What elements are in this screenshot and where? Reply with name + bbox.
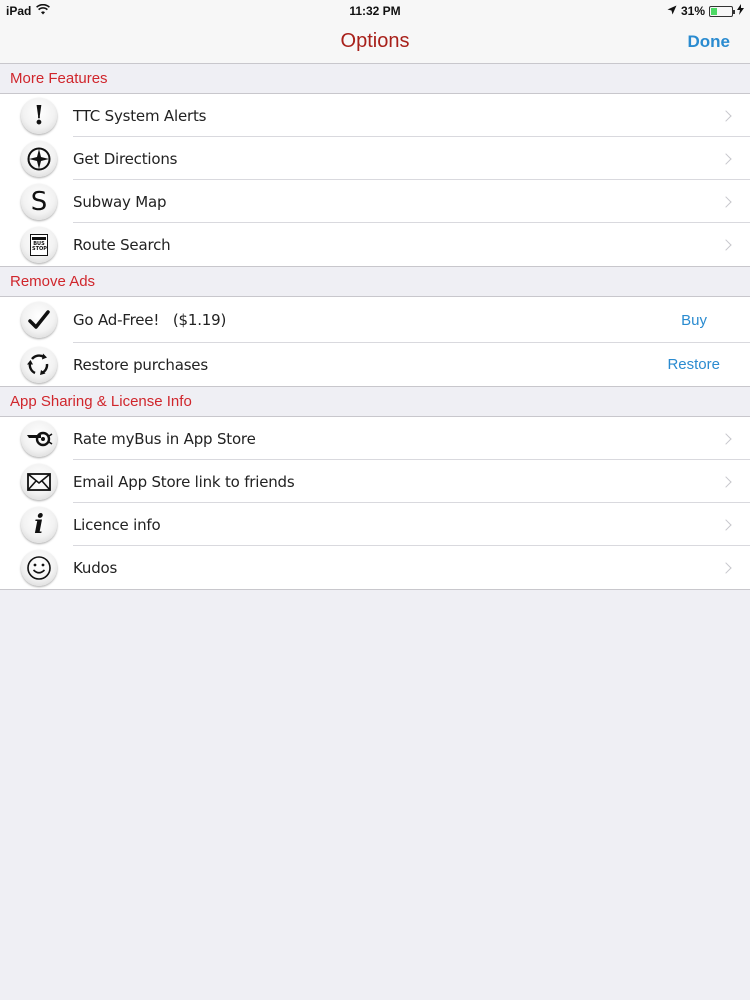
row-label: Kudos <box>73 558 118 577</box>
chevron-right-icon <box>720 195 732 208</box>
row-ttc-system-alerts[interactable]: ! TTC System Alerts <box>0 94 750 137</box>
row-label: Rate myBus in App Store <box>73 429 256 448</box>
section-header-remove-ads: Remove Ads <box>10 273 96 290</box>
row-label: Restore purchases <box>73 355 208 374</box>
status-time: 11:32 PM <box>349 4 401 18</box>
battery-icon <box>709 5 735 17</box>
battery-percent: 31% <box>680 4 705 18</box>
row-label: Subway Map <box>73 192 167 211</box>
checkmark-icon <box>21 302 57 338</box>
status-bar: iPad 11:32 PM 31% <box>0 0 750 22</box>
group-more-features: ! TTC System Alerts Get Directions S Sub <box>0 93 750 267</box>
row-rate-mybus[interactable]: Rate myBus in App Store <box>0 417 750 460</box>
chevron-right-icon <box>720 475 732 488</box>
navigation-bar: Options Done <box>0 22 750 64</box>
charging-bolt-icon <box>737 4 744 18</box>
section-header-more-features: More Features <box>10 70 108 87</box>
done-button[interactable]: Done <box>688 32 731 52</box>
chevron-right-icon <box>720 238 732 251</box>
row-go-ad-free[interactable]: Go Ad-Free! ($1.19) Buy <box>0 297 750 343</box>
row-label: TTC System Alerts <box>73 106 207 125</box>
group-app-sharing: Rate myBus in App Store Email App Store … <box>0 416 750 590</box>
battery-fill <box>711 7 718 15</box>
row-subway-map[interactable]: S Subway Map <box>0 180 750 223</box>
compass-icon <box>21 140 57 177</box>
chevron-right-icon <box>720 109 732 122</box>
chevron-right-icon <box>720 518 732 531</box>
buy-button[interactable]: Buy <box>681 312 707 329</box>
envelope-icon <box>21 463 57 500</box>
row-restore-purchases[interactable]: Restore purchases Restore <box>0 343 750 386</box>
subway-s-icon: S <box>21 183 57 220</box>
location-arrow-icon <box>667 4 677 18</box>
row-get-directions[interactable]: Get Directions <box>0 137 750 180</box>
row-email-link[interactable]: Email App Store link to friends <box>0 460 750 503</box>
info-icon: i <box>21 506 57 543</box>
row-label: Email App Store link to friends <box>73 472 295 491</box>
restore-button[interactable]: Restore <box>667 356 720 373</box>
chevron-right-icon <box>720 561 732 574</box>
options-list: More Features ! TTC System Alerts Get Di… <box>0 64 750 590</box>
restore-arrows-icon <box>21 346 57 383</box>
row-label: Go Ad-Free! ($1.19) <box>73 311 227 329</box>
bus-stop-icon: BUS STOP <box>21 226 57 263</box>
group-remove-ads: Go Ad-Free! ($1.19) Buy Restore purchase… <box>0 296 750 387</box>
smiley-icon <box>21 549 57 586</box>
row-label: Route Search <box>73 235 171 254</box>
row-kudos[interactable]: Kudos <box>0 546 750 589</box>
row-label: Licence info <box>73 515 161 534</box>
exclamation-icon: ! <box>21 97 57 134</box>
row-licence-info[interactable]: i Licence info <box>0 503 750 546</box>
bus-stop-icon-text: BUS STOP <box>32 241 47 252</box>
row-route-search[interactable]: BUS STOP Route Search <box>0 223 750 266</box>
row-label: Get Directions <box>73 149 178 168</box>
section-header-app-sharing: App Sharing & License Info <box>10 393 192 410</box>
page-title: Options <box>340 30 410 52</box>
whistle-icon <box>21 420 57 457</box>
chevron-right-icon <box>720 152 732 165</box>
chevron-right-icon <box>720 432 732 445</box>
